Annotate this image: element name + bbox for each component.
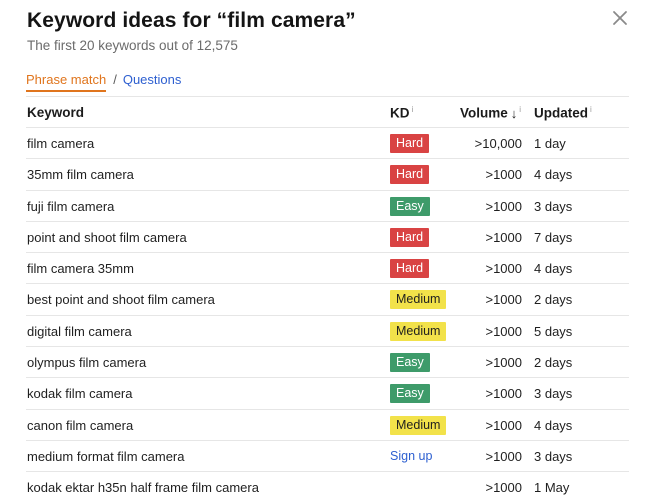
- kd-badge: Medium: [390, 321, 447, 341]
- kd-badge: Easy: [390, 384, 430, 404]
- kd-cell: Hard: [390, 134, 430, 153]
- tab-questions[interactable]: Questions: [123, 72, 182, 87]
- updated-cell: 2 days: [534, 292, 573, 308]
- volume-cell: >1000: [485, 355, 522, 371]
- table-header: Keyword KD i Volume ↓ i Updated i: [26, 96, 629, 128]
- keyword-cell[interactable]: film camera 35mm: [27, 261, 134, 276]
- keyword-cell[interactable]: canon film camera: [27, 418, 133, 433]
- table-body: film camera Hard >10,000 1 day 35mm film…: [26, 128, 629, 501]
- kd-cell: Easy: [390, 384, 430, 404]
- close-icon: [613, 11, 627, 25]
- kd-badge: Hard: [390, 227, 430, 247]
- table-row: fuji film camera Easy >1000 3 days: [26, 191, 629, 222]
- kd-cell: Easy: [390, 196, 430, 216]
- table-row: 35mm film camera Hard >1000 4 days: [26, 159, 629, 191]
- keyword-cell[interactable]: film camera: [27, 136, 94, 151]
- keywords-table: Keyword KD i Volume ↓ i Updated i film camer…: [26, 96, 629, 501]
- volume-cell: >1000: [485, 261, 522, 277]
- kd-cell: Medium: [390, 321, 447, 341]
- column-header-updated-label: Updated: [534, 105, 588, 121]
- column-header-kd-label: KD: [390, 105, 410, 121]
- tab-separator: /: [113, 72, 117, 87]
- volume-cell: >1000: [485, 417, 522, 433]
- column-header-keyword[interactable]: Keyword: [27, 105, 84, 120]
- info-icon[interactable]: i: [519, 105, 521, 114]
- kd-badge: Easy: [390, 353, 430, 373]
- volume-cell: >1000: [485, 386, 522, 402]
- kd-cell: Hard: [390, 165, 430, 185]
- volume-cell: >10,000: [474, 136, 522, 151]
- updated-cell: 1 day: [534, 136, 566, 151]
- volume-cell: >1000: [485, 198, 522, 214]
- updated-cell: 4 days: [534, 167, 573, 183]
- table-row: film camera Hard >10,000 1 day: [26, 128, 629, 160]
- updated-cell: 4 days: [534, 261, 573, 277]
- volume-cell: >1000: [485, 167, 522, 183]
- kd-cell: Hard: [390, 259, 430, 279]
- info-icon[interactable]: i: [412, 105, 414, 114]
- table-row: medium format film camera Sign up >1000 …: [26, 441, 629, 473]
- kd-badge: Hard: [390, 165, 430, 185]
- updated-cell: 7 days: [534, 229, 573, 245]
- updated-cell: 1 May: [534, 480, 570, 496]
- table-row: film camera 35mm Hard >1000 4 days: [26, 253, 629, 285]
- keyword-cell[interactable]: best point and shoot film camera: [27, 292, 215, 307]
- table-row: canon film camera Medium >1000 4 days: [26, 410, 629, 441]
- kd-badge: Medium: [390, 415, 447, 435]
- info-icon[interactable]: i: [590, 105, 592, 114]
- column-header-volume-label: Volume: [460, 105, 508, 121]
- table-row: point and shoot film camera Hard >1000 7…: [26, 222, 629, 254]
- sign-up-link[interactable]: Sign up: [390, 447, 438, 466]
- column-header-kd[interactable]: KD i: [390, 105, 413, 121]
- updated-cell: 4 days: [534, 417, 573, 433]
- volume-cell: >1000: [485, 448, 522, 464]
- volume-cell: >1000: [485, 292, 522, 308]
- volume-cell: >1000: [485, 480, 522, 496]
- volume-cell: >1000: [485, 229, 522, 245]
- keyword-cell[interactable]: point and shoot film camera: [27, 230, 187, 245]
- column-header-updated[interactable]: Updated i: [534, 105, 592, 121]
- updated-cell: 3 days: [534, 386, 573, 402]
- keyword-cell[interactable]: kodak ektar h35n half frame film camera: [27, 480, 259, 495]
- keyword-cell[interactable]: olympus film camera: [27, 355, 146, 370]
- keyword-cell[interactable]: 35mm film camera: [27, 167, 134, 182]
- column-header-keyword-label: Keyword: [27, 105, 85, 120]
- keyword-cell[interactable]: fuji film camera: [27, 199, 114, 214]
- page-title: Keyword ideas for “film camera”: [27, 9, 356, 32]
- kd-cell: Medium: [390, 415, 447, 435]
- kd-badge: Easy: [390, 196, 430, 216]
- close-button[interactable]: [610, 8, 630, 28]
- page-subtitle: The first 20 keywords out of 12,575: [27, 38, 238, 53]
- column-header-volume[interactable]: Volume ↓ i: [460, 105, 521, 121]
- keyword-cell[interactable]: kodak film camera: [27, 386, 132, 401]
- keyword-cell[interactable]: medium format film camera: [27, 449, 184, 464]
- table-row: kodak ektar h35n half frame film camera …: [26, 472, 629, 501]
- table-row: kodak film camera Easy >1000 3 days: [26, 378, 629, 410]
- kd-badge: Hard: [390, 134, 430, 153]
- kd-badge: Hard: [390, 259, 430, 279]
- match-tabs: Phrase match / Questions: [26, 72, 181, 92]
- sort-down-icon: ↓: [510, 105, 518, 121]
- kd-cell: Medium: [390, 290, 447, 310]
- updated-cell: 5 days: [534, 323, 573, 339]
- kd-badge: Medium: [390, 290, 447, 310]
- table-row: best point and shoot film camera Medium …: [26, 284, 629, 316]
- volume-cell: >1000: [485, 323, 522, 339]
- updated-cell: 2 days: [534, 355, 573, 371]
- kd-cell: Hard: [390, 227, 430, 247]
- table-row: digital film camera Medium >1000 5 days: [26, 316, 629, 348]
- tab-phrase-match[interactable]: Phrase match: [26, 72, 107, 92]
- updated-cell: 3 days: [534, 448, 573, 464]
- keyword-cell[interactable]: digital film camera: [27, 324, 132, 339]
- updated-cell: 3 days: [534, 198, 573, 214]
- table-row: olympus film camera Easy >1000 2 days: [26, 347, 629, 379]
- kd-cell: Sign up: [390, 447, 438, 466]
- kd-cell: Easy: [390, 353, 430, 373]
